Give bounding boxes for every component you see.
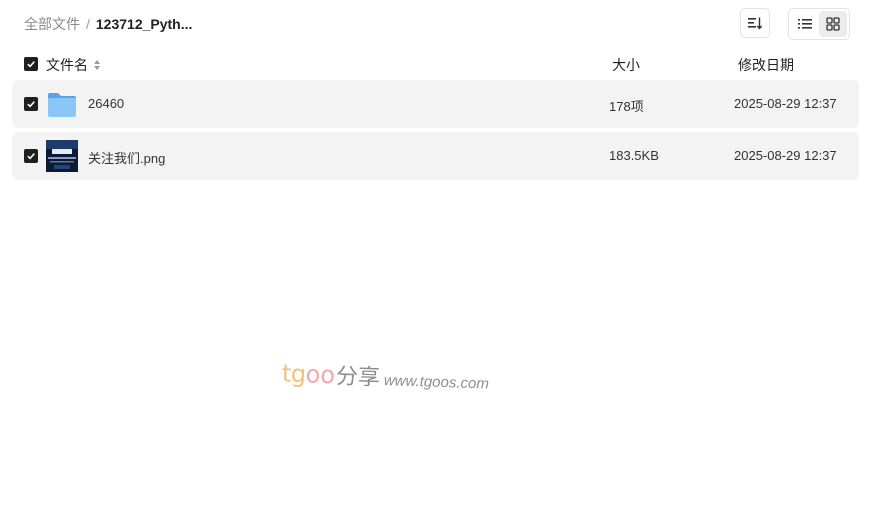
row-checkbox[interactable] (24, 97, 38, 111)
row-checkbox[interactable] (24, 149, 38, 163)
file-size: 183.5KB (609, 148, 659, 163)
folder-icon (48, 93, 76, 117)
breadcrumb-current: 123712_Pyth... (95, 16, 193, 32)
breadcrumb: 全部文件 / 123712_Pyth... (24, 15, 192, 33)
column-header-size[interactable]: 大小 (612, 55, 640, 75)
table-row[interactable]: 关注我们.png 183.5KB 2025-08-29 12:37 (12, 132, 859, 180)
breadcrumb-root-link[interactable]: 全部文件 (24, 14, 80, 34)
sort-toggle-icon[interactable] (93, 59, 101, 71)
list-view-button[interactable] (791, 11, 819, 37)
watermark: tg oo 分享 www.tgoos.com (282, 356, 490, 395)
sort-button[interactable] (740, 8, 770, 38)
watermark-url: www.tgoos.com (383, 371, 490, 393)
list-view-icon (798, 19, 812, 29)
file-name[interactable]: 26460 (88, 96, 124, 111)
view-switch (788, 8, 850, 40)
check-icon (27, 61, 35, 68)
column-header-name-label: 文件名 (46, 57, 88, 73)
column-header-date[interactable]: 修改日期 (738, 55, 794, 75)
watermark-oo: oo (305, 360, 336, 390)
sort-icon (748, 17, 763, 30)
column-header-name[interactable]: 文件名 (46, 55, 101, 75)
file-name[interactable]: 关注我们.png (88, 148, 165, 167)
table-row[interactable]: 26460 178项 2025-08-29 12:37 (12, 80, 859, 128)
watermark-tg: tg (281, 359, 307, 389)
image-thumbnail-icon (46, 140, 78, 172)
file-size: 178项 (609, 99, 644, 114)
grid-view-icon (826, 17, 840, 31)
file-date: 2025-08-29 12:37 (734, 96, 837, 111)
check-icon (27, 101, 35, 108)
select-all-checkbox[interactable] (24, 57, 38, 71)
check-icon (27, 153, 35, 160)
grid-view-button[interactable] (819, 11, 847, 37)
table-header: 文件名 大小 修改日期 (24, 55, 858, 73)
file-date: 2025-08-29 12:37 (734, 148, 837, 163)
watermark-cn: 分享 (335, 363, 381, 390)
breadcrumb-separator: / (86, 16, 90, 32)
